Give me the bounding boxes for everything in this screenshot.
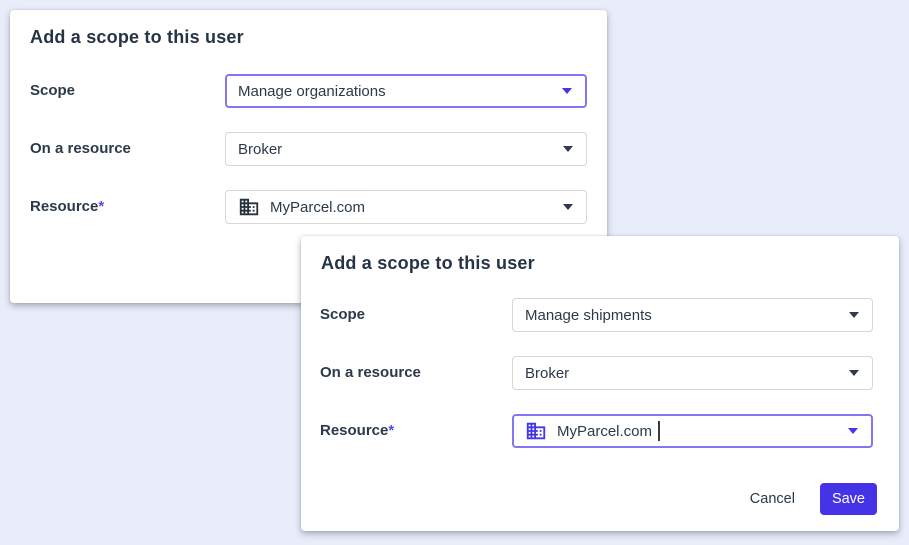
chevron-down-icon — [563, 146, 573, 152]
save-button[interactable]: Save — [820, 483, 877, 515]
resource-select[interactable]: MyParcel.com — [512, 414, 873, 448]
dialog-actions: Cancel Save — [748, 483, 877, 515]
resource-select-value: MyParcel.com — [557, 423, 652, 440]
chevron-down-icon — [563, 204, 573, 210]
scope-select-value: Manage shipments — [525, 307, 652, 324]
on-a-resource-select[interactable]: Broker — [225, 132, 587, 166]
resource-label: Resource* — [30, 190, 104, 224]
text-cursor — [658, 421, 660, 441]
dialog-title: Add a scope to this user — [321, 253, 535, 274]
resource-label: Resource* — [320, 414, 394, 448]
dialog-title: Add a scope to this user — [30, 27, 244, 48]
chevron-down-icon — [848, 428, 858, 434]
cancel-button[interactable]: Cancel — [748, 483, 797, 515]
on-a-resource-select-value: Broker — [238, 141, 282, 158]
scope-label: Scope — [320, 298, 365, 332]
building-icon — [238, 196, 260, 218]
scope-select-value: Manage organizations — [238, 83, 386, 100]
chevron-down-icon — [562, 88, 572, 94]
add-scope-dialog-front: Add a scope to this user Scope Manage sh… — [301, 236, 899, 531]
on-a-resource-label: On a resource — [320, 356, 421, 390]
scope-select[interactable]: Manage shipments — [512, 298, 873, 332]
on-a-resource-select-value: Broker — [525, 365, 569, 382]
chevron-down-icon — [849, 312, 859, 318]
required-asterisk: * — [388, 422, 394, 439]
on-a-resource-select[interactable]: Broker — [512, 356, 873, 390]
building-icon — [525, 420, 547, 442]
scope-select[interactable]: Manage organizations — [225, 74, 587, 108]
scope-label: Scope — [30, 74, 75, 108]
page-background: { "window": { "width": 909, "height": 54… — [0, 0, 909, 545]
resource-select-value: MyParcel.com — [270, 199, 365, 216]
chevron-down-icon — [849, 370, 859, 376]
resource-select[interactable]: MyParcel.com — [225, 190, 587, 224]
on-a-resource-label: On a resource — [30, 132, 131, 166]
required-asterisk: * — [98, 198, 104, 215]
